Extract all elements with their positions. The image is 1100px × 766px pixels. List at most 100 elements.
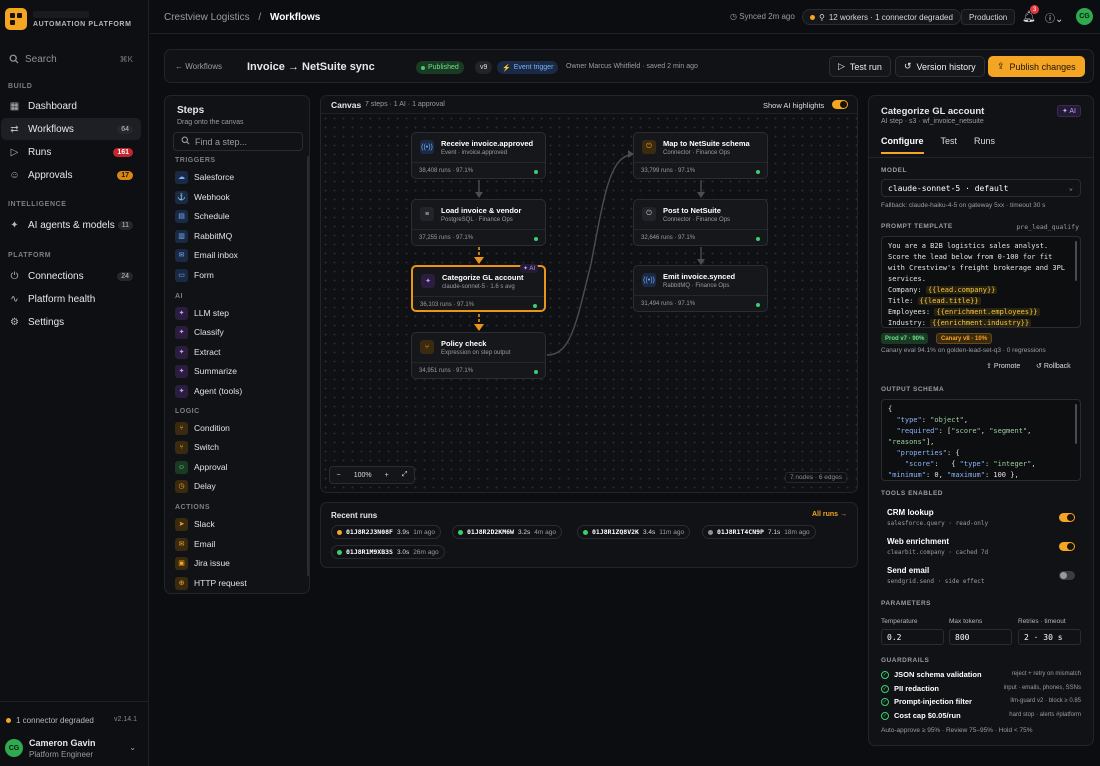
- promote-button[interactable]: ⇪ Promote: [986, 362, 1020, 370]
- sidebar-item-ai-agents[interactable]: ✦ AI agents & models 11: [1, 214, 141, 236]
- output-schema-editor[interactable]: { "type": "object", "required": ["score"…: [881, 399, 1081, 481]
- chevron-down-icon[interactable]: ⌄: [129, 743, 136, 752]
- step-item-classify[interactable]: ✦ Classify: [175, 324, 224, 340]
- node-receive-invoice[interactable]: ((•)) Receive invoice.approved Event · i…: [411, 132, 546, 179]
- all-runs-link[interactable]: All runs →: [812, 511, 847, 518]
- tool-toggle[interactable]: [1059, 571, 1075, 580]
- tool-toggle[interactable]: [1059, 513, 1075, 522]
- search-input[interactable]: Search ⌘K: [0, 49, 141, 69]
- step-item-rabbitmq[interactable]: ▥ RabbitMQ: [175, 228, 232, 244]
- node-load-invoice[interactable]: ≡ Load invoice & vendor PostgreSQL · Fin…: [411, 199, 546, 246]
- tab-runs[interactable]: Runs: [974, 136, 995, 154]
- tool-name: CRM lookup: [887, 508, 934, 517]
- zoom-out-button[interactable]: −: [337, 472, 341, 479]
- run-ago: 18m ago: [784, 528, 810, 536]
- fit-view-icon[interactable]: ⤢: [402, 471, 408, 479]
- sidebar-footer: 1 connector degraded v2.14.1 CG Cameron …: [0, 701, 149, 766]
- guardrail-item[interactable]: ✓ JSON schema validation reject + retry …: [881, 670, 1081, 682]
- step-item-http[interactable]: ⊕ HTTP request: [175, 575, 247, 591]
- avatar[interactable]: CG: [5, 739, 23, 757]
- version-history-button[interactable]: ↺ Version history: [895, 56, 985, 77]
- zoom-in-button[interactable]: +: [385, 472, 389, 479]
- left-sidebar: AUTOMATION PLATFORM Search ⌘K BUILD ▦ Da…: [0, 0, 149, 766]
- back-link[interactable]: ← Workflows: [175, 62, 222, 71]
- guardrail-item[interactable]: ✓ PII redaction input · emails, phones, …: [881, 684, 1081, 696]
- run-ago: 1m ago: [413, 528, 435, 536]
- node-emit-synced[interactable]: ((•)) Emit invoice.synced RabbitMQ · Fin…: [633, 265, 768, 312]
- step-search-input[interactable]: Find a step...: [173, 132, 303, 151]
- run-duration: 3.0s: [396, 548, 410, 556]
- sidebar-item-connections[interactable]: ⏻ Connections 24: [1, 265, 141, 287]
- step-item-extract[interactable]: ✦ Extract: [175, 344, 220, 360]
- sidebar-item-platform-health[interactable]: ∿ Platform health: [1, 288, 141, 310]
- step-item-salesforce[interactable]: ☁ Salesforce: [175, 169, 234, 185]
- sidebar-item-runs[interactable]: ▷ Runs 161: [1, 141, 141, 163]
- calendar-icon: ▤: [175, 209, 188, 223]
- tool-toggle[interactable]: [1059, 542, 1075, 551]
- prod-version-tag[interactable]: Prod v7 · 90%: [881, 333, 929, 344]
- step-item-condition[interactable]: ⑂ Condition: [175, 420, 230, 436]
- step-item-webhook[interactable]: ⚓ Webhook: [175, 189, 230, 205]
- rollback-button[interactable]: ↺ Rollback: [1036, 362, 1071, 370]
- avatar[interactable]: CG: [1076, 8, 1093, 25]
- publish-label: Publish changes: [1009, 61, 1076, 72]
- node-stats: 34,951 runs · 97.1%: [419, 368, 474, 374]
- tab-test[interactable]: Test: [941, 136, 958, 154]
- tab-configure[interactable]: Configure: [881, 136, 924, 154]
- run-chip[interactable]: 01J8R1T4CN9P 7.1s 18m ago: [702, 525, 816, 539]
- step-item-email[interactable]: ✉ Email: [175, 536, 215, 552]
- run-chip[interactable]: 01J8R2D2KM6W 3.2s 4m ago: [452, 525, 562, 539]
- brand[interactable]: AUTOMATION PLATFORM: [5, 8, 132, 30]
- sidebar-item-dashboard[interactable]: ▦ Dashboard: [1, 95, 141, 117]
- prompt-scrollbar[interactable]: [1075, 241, 1077, 281]
- test-run-button[interactable]: ▷ Test run: [829, 56, 891, 77]
- step-item-agent-tools[interactable]: ✦ Agent (tools): [175, 383, 242, 399]
- sidebar-item-workflows[interactable]: ⇄ Workflows 64: [1, 118, 141, 140]
- node-post-netsuite[interactable]: ⏻ Post to NetSuite Connector · Finance O…: [633, 199, 768, 246]
- step-item-schedule[interactable]: ▤ Schedule: [175, 208, 229, 224]
- environment-select[interactable]: Production: [961, 9, 1016, 25]
- canary-version-tag[interactable]: Canary v8 · 10%: [936, 333, 993, 344]
- run-chip[interactable]: 01J8R1M9XB3S 3.0s 26m ago: [331, 545, 445, 559]
- step-item-slack[interactable]: ➤ Slack: [175, 516, 215, 532]
- node-categorize-gl[interactable]: ✦ AI ✦ Categorize GL account claude-sonn…: [411, 264, 546, 312]
- help-icon[interactable]: ⓘ⌄: [1045, 10, 1063, 25]
- step-item-summarize[interactable]: ✦ Summarize: [175, 363, 237, 379]
- step-inspector: Categorize GL account ✦ AI AI step · s3 …: [868, 95, 1094, 746]
- step-item-approval[interactable]: ☺ Approval: [175, 459, 228, 475]
- model-select[interactable]: claude-sonnet-5 · default ⌄: [881, 179, 1081, 197]
- workers-status[interactable]: ⚲ 12 workers · 1 connector degraded: [802, 9, 961, 25]
- guardrail-item[interactable]: ✓ Cost cap $0.05/run hard stop · alerts …: [881, 711, 1081, 723]
- node-map-netsuite[interactable]: ⏻ Map to NetSuite schema Connector · Fin…: [633, 132, 768, 179]
- step-item-delay[interactable]: ◷ Delay: [175, 478, 216, 494]
- workflow-canvas[interactable]: Canvas 7 steps · 1 AI · 1 approval Show …: [320, 95, 858, 493]
- step-item-switch[interactable]: ⑂ Switch: [175, 439, 219, 455]
- max-tokens-input[interactable]: 800: [949, 629, 1012, 645]
- breadcrumb-current: Workflows: [269, 12, 321, 23]
- step-item-jira[interactable]: ▣ Jira issue: [175, 555, 230, 571]
- step-label: Summarize: [194, 366, 237, 376]
- steps-scrollbar[interactable]: [307, 156, 309, 576]
- run-chip[interactable]: 01J8R1ZQ8V2K 3.4s 11m ago: [577, 525, 691, 539]
- temperature-input[interactable]: 0.2: [881, 629, 944, 645]
- node-policy-check[interactable]: ⑂ Policy check Expression on step output…: [411, 332, 546, 379]
- retries-timeout-input[interactable]: 2 · 30 s: [1018, 629, 1081, 645]
- publish-button[interactable]: ⇪ Publish changes: [988, 56, 1085, 77]
- search-icon: [181, 136, 190, 147]
- run-chip[interactable]: 01J8R2J3N08F 3.9s 1m ago: [331, 525, 441, 539]
- breadcrumb-org[interactable]: Crestview Logistics: [164, 12, 250, 23]
- clock-icon: ◷: [175, 479, 188, 493]
- connector-status[interactable]: 1 connector degraded: [6, 716, 94, 725]
- schema-scrollbar[interactable]: [1075, 404, 1077, 444]
- ai-highlights-toggle[interactable]: [832, 100, 848, 109]
- guardrail-item[interactable]: ✓ Prompt-injection filter llm-guard v2 ·…: [881, 697, 1081, 709]
- node-title: Policy check: [441, 339, 487, 348]
- workflow-title[interactable]: Invoice → NetSuite sync: [247, 61, 375, 73]
- prompt-editor[interactable]: You are a B2B logistics sales analyst. S…: [881, 236, 1081, 328]
- breadcrumb: Crestview Logistics / Workflows: [164, 12, 320, 23]
- step-item-llm-step[interactable]: ✦ LLM step: [175, 305, 229, 321]
- step-item-form[interactable]: ▭ Form: [175, 267, 214, 283]
- sidebar-item-settings[interactable]: ⚙ Settings: [1, 311, 141, 333]
- step-item-email-inbox[interactable]: ✉ Email inbox: [175, 247, 238, 263]
- sidebar-item-approvals[interactable]: ☺ Approvals 17: [1, 164, 141, 186]
